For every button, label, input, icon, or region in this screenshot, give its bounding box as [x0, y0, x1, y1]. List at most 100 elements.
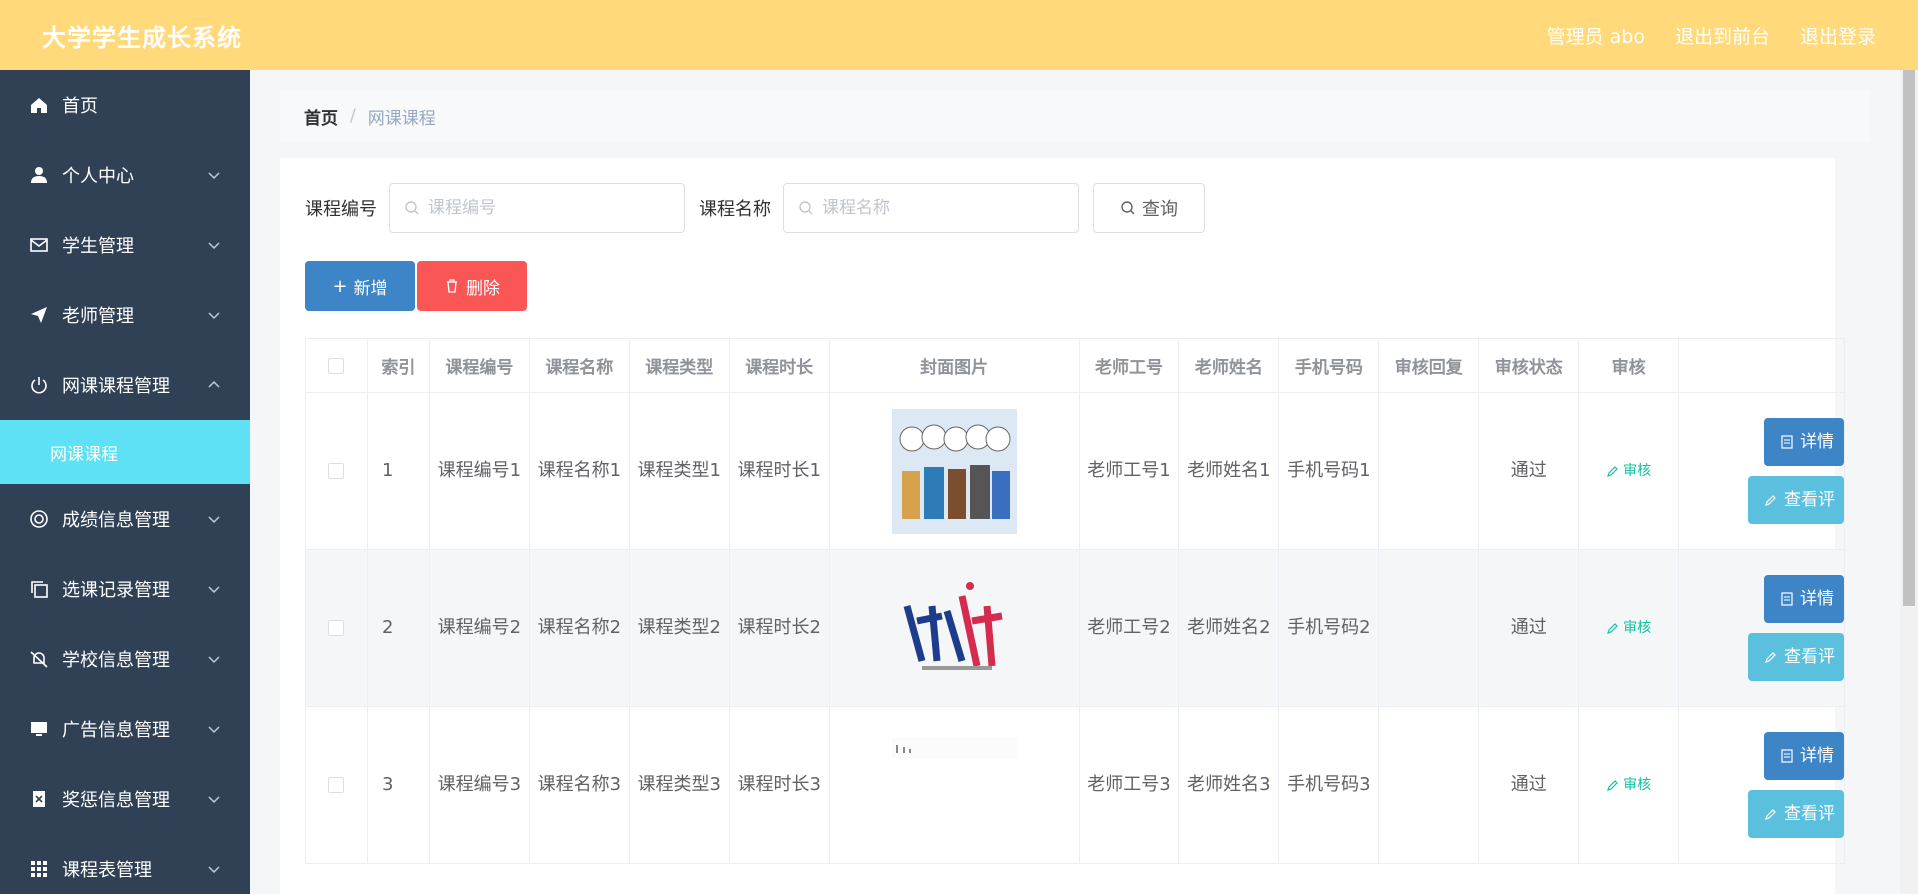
audit-cell: 审核	[1579, 550, 1680, 707]
course-code-input[interactable]	[428, 198, 658, 218]
sidebar-item-home[interactable]: 首页	[0, 70, 250, 140]
detail-button-label: 详情	[1800, 432, 1835, 452]
cover-cell	[829, 550, 1080, 707]
view-comments-button[interactable]: 查看评	[1748, 476, 1845, 524]
row-select-cell	[306, 393, 368, 550]
course-name-label: 课程名称	[699, 199, 771, 220]
action-row: + 新增 删除	[305, 261, 527, 311]
chevron-down-icon	[208, 586, 220, 594]
course-table: 索引 课程编号 课程名称 课程类型 课程时长 封面图片 老师工号 老师姓名 手机…	[305, 338, 1846, 864]
send-icon	[28, 304, 50, 326]
sidebar-item-schedule[interactable]: 课程表管理	[0, 834, 250, 894]
table-row: 3 课程编号3 课程名称3 课程类型3 课程时长3 老师工号3 老师姓名3 手机…	[306, 707, 1846, 864]
column-header: 封面图片	[829, 339, 1080, 393]
sidebar-item-label: 成绩信息管理	[62, 510, 170, 531]
admin-user-label[interactable]: 管理员 abo	[1547, 22, 1645, 49]
reply-cell	[1379, 393, 1480, 550]
type-cell: 课程类型3	[629, 707, 730, 864]
cover-image	[891, 408, 1017, 534]
row-checkbox[interactable]	[328, 463, 345, 479]
sidebar-item-personal-center[interactable]: 个人中心	[0, 140, 250, 210]
sidebar-item-online-course[interactable]: 网课课程	[0, 420, 250, 484]
document-icon	[1781, 749, 1793, 763]
power-icon	[28, 374, 50, 396]
column-header: 审核状态	[1479, 339, 1580, 393]
sidebar-item-course-selection[interactable]: 选课记录管理	[0, 554, 250, 624]
sidebar-item-school-info[interactable]: 学校信息管理	[0, 624, 250, 694]
teacher-name-cell: 老师姓名1	[1179, 393, 1280, 550]
teacher-no-cell: 老师工号3	[1079, 707, 1180, 864]
column-header: 课程名称	[529, 339, 630, 393]
course-name-input[interactable]	[822, 198, 1052, 218]
name-cell: 课程名称3	[529, 707, 630, 864]
cover-image	[891, 565, 1017, 691]
sidebar-item-label: 老师管理	[62, 306, 134, 327]
operations-cell: 详情 查看评	[1679, 550, 1846, 707]
view-comments-button[interactable]: 查看评	[1748, 633, 1845, 681]
view-comments-button[interactable]: 查看评	[1748, 790, 1845, 838]
type-cell: 课程类型2	[629, 550, 730, 707]
cover-cell	[829, 393, 1080, 550]
type-cell: 课程类型1	[629, 393, 730, 550]
audit-link[interactable]: 审核	[1606, 771, 1651, 799]
sidebar-item-label: 选课记录管理	[62, 580, 170, 601]
query-button-label: 查询	[1142, 199, 1178, 220]
column-header: 课程编号	[429, 339, 530, 393]
plus-icon: +	[332, 275, 348, 297]
column-header: 手机号码	[1279, 339, 1380, 393]
cover-cell	[829, 707, 1080, 864]
view-comments-label: 查看评	[1784, 490, 1836, 510]
edit-icon	[1765, 809, 1776, 820]
table-header-row: 索引 课程编号 课程名称 课程类型 课程时长 封面图片 老师工号 老师姓名 手机…	[306, 339, 1846, 393]
sidebar-item-reward-punish[interactable]: 奖惩信息管理	[0, 764, 250, 834]
logout-link[interactable]: 退出登录	[1800, 22, 1876, 49]
page-scrollbar[interactable]	[1900, 70, 1918, 894]
chevron-down-icon	[208, 866, 220, 874]
detail-button[interactable]: 详情	[1764, 418, 1845, 466]
select-all-checkbox[interactable]	[328, 357, 345, 374]
sidebar-item-label: 奖惩信息管理	[62, 790, 170, 811]
sidebar-item-student-management[interactable]: 学生管理	[0, 210, 250, 280]
chevron-up-icon	[208, 380, 220, 388]
detail-button[interactable]: 详情	[1764, 575, 1845, 623]
header-links: 管理员 abo 退出到前台 退出登录	[1547, 22, 1876, 49]
row-checkbox[interactable]	[328, 777, 345, 793]
sidebar-item-teacher-management[interactable]: 老师管理	[0, 280, 250, 350]
detail-button[interactable]: 详情	[1764, 732, 1845, 780]
query-button[interactable]: 查询	[1093, 183, 1205, 233]
scrollbar-thumb[interactable]	[1903, 70, 1915, 606]
breadcrumb-home[interactable]: 首页	[304, 104, 338, 129]
top-header: 大学学生成长系统 管理员 abo 退出到前台 退出登录	[0, 0, 1918, 70]
brand-title: 大学学生成长系统	[42, 23, 242, 52]
breadcrumb-current: 网课课程	[367, 108, 436, 129]
course-name-field[interactable]	[783, 183, 1079, 233]
sidebar-item-ad-info[interactable]: 广告信息管理	[0, 694, 250, 764]
edit-icon	[1607, 779, 1619, 791]
row-checkbox[interactable]	[328, 620, 345, 636]
monitor-icon	[28, 718, 50, 740]
sidebar-item-grade-management[interactable]: 成绩信息管理	[0, 484, 250, 554]
chevron-down-icon	[208, 242, 220, 250]
teacher-no-cell: 老师工号2	[1079, 550, 1180, 707]
operations-cell: 详情 查看评	[1679, 707, 1846, 864]
sidebar-item-online-course-management[interactable]: 网课课程管理	[0, 350, 250, 420]
audit-link[interactable]: 审核	[1606, 457, 1651, 485]
duration-cell: 课程时长2	[729, 550, 830, 707]
main-content: 首页 / 网课课程 课程编号 课程名称 查询 + 新增	[250, 70, 1900, 894]
reply-cell	[1379, 550, 1480, 707]
duration-cell: 课程时长1	[729, 393, 830, 550]
row-select-cell	[306, 550, 368, 707]
edit-icon	[1607, 465, 1619, 477]
exit-to-front-link[interactable]: 退出到前台	[1675, 22, 1770, 49]
audit-link[interactable]: 审核	[1606, 614, 1651, 642]
grid-icon	[28, 858, 50, 880]
search-icon	[1121, 201, 1135, 215]
phone-cell: 手机号码2	[1279, 550, 1380, 707]
course-code-field[interactable]	[389, 183, 685, 233]
delete-button[interactable]: 删除	[417, 261, 527, 311]
add-button[interactable]: + 新增	[305, 261, 415, 311]
name-cell: 课程名称2	[529, 550, 630, 707]
audit-link-label: 审核	[1623, 463, 1652, 479]
sidebar-item-label: 首页	[62, 96, 98, 117]
audit-cell: 审核	[1579, 393, 1680, 550]
